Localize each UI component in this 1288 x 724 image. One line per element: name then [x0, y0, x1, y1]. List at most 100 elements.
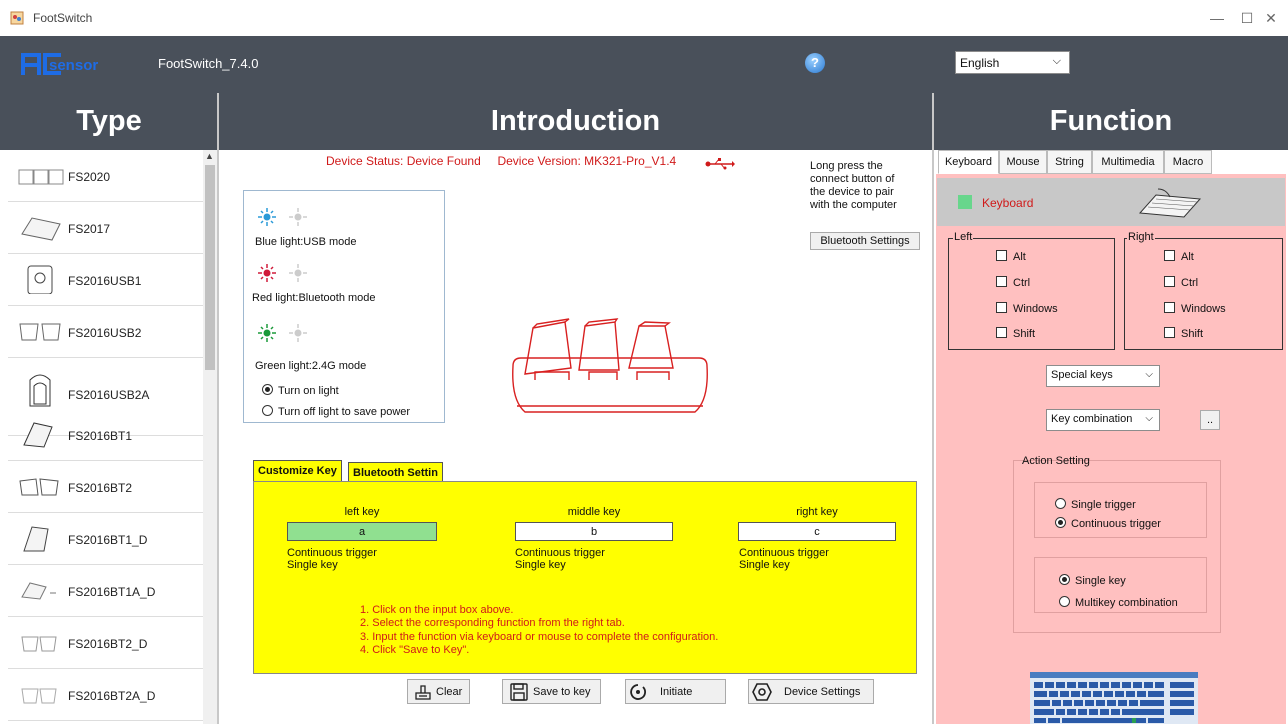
right-shift-checkbox[interactable]: Shift	[1164, 327, 1203, 340]
bt-pedal-icon	[23, 422, 53, 448]
light-on-radio[interactable]: Turn on light	[262, 384, 339, 397]
right-alt-checkbox[interactable]: Alt	[1164, 250, 1194, 263]
save-to-key-button[interactable]: Save to key	[502, 679, 601, 704]
list-item[interactable]: FS2017	[8, 202, 203, 254]
list-item[interactable]: FS2016BT1_D	[8, 513, 203, 565]
modifier-label: Windows	[1181, 303, 1226, 315]
multikey-radio[interactable]: Multikey combination	[1059, 596, 1178, 609]
red-light-label: Red light:Bluetooth mode	[252, 292, 376, 304]
right-key-input[interactable]: c	[738, 522, 896, 541]
right-group-label: Right	[1127, 231, 1155, 243]
left-shift-checkbox[interactable]: Shift	[996, 327, 1035, 340]
middle-key-type: Single key	[515, 559, 566, 571]
list-item[interactable]: FS2016BT1A_D	[8, 565, 203, 617]
bluetooth-settings-button[interactable]: Bluetooth Settings	[810, 232, 920, 250]
chevron-down-icon: ⌵	[1052, 55, 1061, 67]
tab-macro[interactable]: Macro	[1164, 150, 1212, 174]
left-key-input[interactable]: a	[287, 522, 437, 541]
scrollbar-thumb[interactable]	[205, 165, 215, 370]
close-button[interactable]: ✕	[1259, 6, 1283, 30]
tab-customize-key[interactable]: Customize Key	[253, 460, 342, 482]
instruction-step: 2. Select the corresponding function fro…	[360, 617, 625, 630]
left-key-type: Single key	[287, 559, 338, 571]
three-key-pedal-image	[512, 318, 708, 413]
list-item[interactable]: FS2016USB1	[8, 254, 203, 306]
single-key-label: Single key	[1075, 575, 1126, 587]
right-ctrl-checkbox[interactable]: Ctrl	[1164, 276, 1198, 289]
light-off-icon	[289, 208, 307, 226]
light-off-radio[interactable]: Turn off light to save power	[262, 405, 410, 418]
function-heading: Function	[1049, 105, 1173, 137]
green-light-label: Green light:2.4G mode	[255, 360, 367, 372]
clear-button[interactable]: Clear	[407, 679, 470, 704]
clear-icon	[415, 685, 431, 700]
double-pedal-icon	[19, 323, 61, 341]
key-combination-select[interactable]: Key combination ⌵	[1046, 409, 1160, 431]
list-item[interactable]: FS2016USB2	[8, 306, 203, 358]
radio-checked-icon	[262, 384, 273, 395]
tab-mouse[interactable]: Mouse	[999, 150, 1047, 174]
left-windows-checkbox[interactable]: Windows	[996, 302, 1058, 315]
save-label: Save to key	[533, 686, 591, 698]
list-item[interactable]: FS2016BT2A_D	[8, 669, 203, 721]
clear-label: Clear	[436, 686, 463, 698]
pedal-usb-icon	[27, 265, 53, 294]
instruction-step: 4. Click "Save to Key".	[360, 644, 470, 657]
instruction-step: 1. Click on the input box above.	[360, 604, 514, 616]
left-ctrl-checkbox[interactable]: Ctrl	[996, 276, 1030, 289]
minimize-button[interactable]: —	[1205, 6, 1229, 30]
language-value: English	[960, 56, 1000, 70]
special-keys-value: Special keys	[1051, 369, 1113, 381]
help-icon[interactable]: ?	[805, 53, 825, 73]
right-windows-checkbox[interactable]: Windows	[1164, 302, 1226, 315]
checkbox-icon	[1164, 302, 1175, 313]
device-settings-button[interactable]: Device Settings	[748, 679, 874, 704]
list-item[interactable]: FS2016BT1	[8, 409, 203, 461]
modifier-label: Windows	[1013, 303, 1058, 315]
settings-icon	[752, 683, 772, 701]
radio-checked-icon	[1059, 574, 1070, 585]
right-key-mode: Continuous trigger	[739, 547, 829, 559]
single-pedal-icon	[21, 217, 61, 241]
list-item[interactable]: FS2016BT2_D	[8, 617, 203, 669]
continuous-trigger-label: Continuous trigger	[1071, 518, 1161, 530]
radio-icon	[1055, 498, 1066, 509]
scroll-up-icon[interactable]: ▲	[205, 151, 214, 161]
continuous-trigger-radio[interactable]: Continuous trigger	[1055, 517, 1161, 530]
title-bar: FootSwitch	[0, 0, 1288, 36]
key-combination-value: Key combination	[1051, 413, 1133, 425]
middle-key-input[interactable]: b	[515, 522, 673, 541]
left-alt-checkbox[interactable]: Alt	[996, 250, 1026, 263]
tab-keyboard[interactable]: Keyboard	[938, 150, 999, 174]
ellipsis-button[interactable]: ..	[1200, 410, 1220, 430]
initiate-button[interactable]: Initiate	[625, 679, 726, 704]
special-keys-select[interactable]: Special keys ⌵	[1046, 365, 1160, 387]
checkbox-icon	[1164, 276, 1175, 287]
type-label: FS2016BT1_D	[68, 533, 148, 547]
type-label: FS2020	[68, 170, 111, 184]
single-trigger-radio[interactable]: Single trigger	[1055, 498, 1136, 511]
list-item[interactable]: FS2020	[8, 150, 203, 202]
introduction-heading: Introduction	[490, 105, 661, 137]
maximize-button[interactable]: ☐	[1235, 6, 1259, 30]
bt-double-pedal-a-icon	[21, 688, 57, 704]
chevron-down-icon: ⌵	[1145, 413, 1153, 424]
checkbox-icon	[996, 302, 1007, 313]
type-label: FS2016USB1	[68, 274, 142, 288]
language-select[interactable]: English ⌵	[955, 51, 1070, 74]
type-label: FS2016BT2_D	[68, 637, 148, 651]
virtual-keyboard-image[interactable]	[1030, 672, 1198, 724]
right-key-header: right key	[796, 506, 838, 518]
single-key-radio[interactable]: Single key	[1059, 574, 1126, 587]
blue-light-icon	[258, 208, 276, 226]
tab-string[interactable]: String	[1047, 150, 1092, 174]
list-item[interactable]: FS2016BT2	[8, 461, 203, 513]
modifier-label: Alt	[1181, 251, 1194, 263]
tab-bluetooth-settings[interactable]: Bluetooth Settin	[348, 462, 443, 482]
initiate-label: Initiate	[660, 686, 693, 698]
tab-multimedia[interactable]: Multimedia	[1092, 150, 1164, 174]
triple-pedal-icon	[18, 169, 64, 185]
type-label: FS2016BT1A_D	[68, 585, 156, 599]
type-heading: Type	[76, 105, 142, 137]
modifier-label: Shift	[1013, 328, 1036, 340]
